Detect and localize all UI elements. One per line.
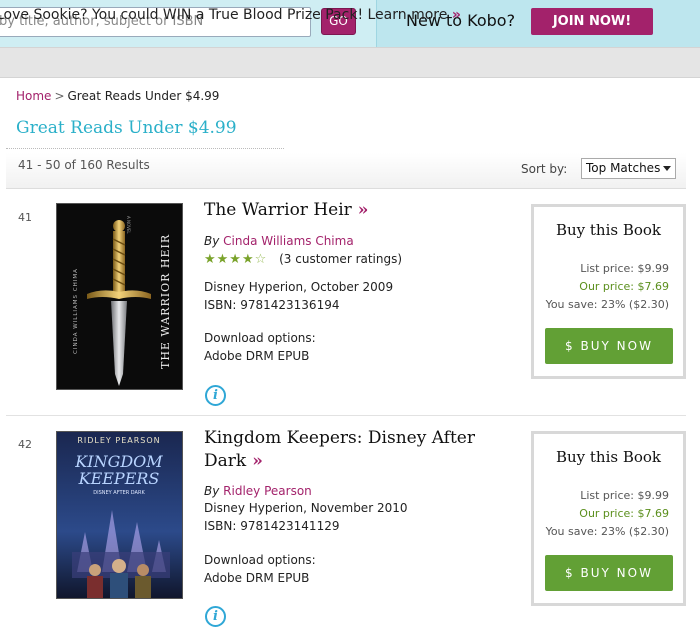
results-count: 41 - 50 of 160 Results xyxy=(18,158,150,172)
buy-box: Buy this Book List price: $9.99 Our pric… xyxy=(531,204,686,379)
cover-top-text: A NOVEL xyxy=(126,216,131,234)
result-rank: 41 xyxy=(18,211,32,224)
list-price: List price: $9.99 xyxy=(580,489,669,502)
info-icon[interactable]: i xyxy=(205,385,226,406)
publisher-date: Disney Hyperion, November 2010 xyxy=(204,501,408,515)
author-link[interactable]: Ridley Pearson xyxy=(223,484,312,498)
cover-subtitle: DISNEY AFTER DARK xyxy=(93,490,145,496)
you-save: You save: 23% ($2.30) xyxy=(545,298,669,311)
breadcrumb-home-link[interactable]: Home xyxy=(16,89,51,103)
buy-now-button[interactable]: $ BUY NOW xyxy=(545,555,673,591)
publisher-date: Disney Hyperion, October 2009 xyxy=(204,280,394,294)
our-price: Our price: $7.69 xyxy=(579,280,669,293)
cover-title-text: THE WARRIOR HEIR xyxy=(159,234,172,369)
download-format: Adobe DRM EPUB xyxy=(204,571,310,585)
buy-now-button[interactable]: $ BUY NOW xyxy=(545,328,673,364)
download-options-label: Download options: xyxy=(204,553,316,567)
row-divider xyxy=(6,415,686,416)
book-title: The Warrior Heir xyxy=(204,200,352,220)
warrior-heir-cover-art: THE WARRIOR HEIR CINDA WILLIAMS CHIMA A … xyxy=(73,216,172,386)
book-cover[interactable]: THE WARRIOR HEIR CINDA WILLIAMS CHIMA A … xyxy=(56,203,183,390)
by-label: By xyxy=(204,484,220,498)
list-price: List price: $9.99 xyxy=(580,262,669,275)
breadcrumb: Home > Great Reads Under $4.99 xyxy=(16,89,219,103)
book-title-link[interactable]: The Warrior Heir» xyxy=(204,199,368,222)
buy-box: Buy this Book List price: $9.99 Our pric… xyxy=(531,431,686,606)
buy-box-title: Buy this Book xyxy=(555,221,662,239)
rating-stars-icon[interactable]: ★★★★☆ xyxy=(204,252,267,267)
title-arrow-icon: » xyxy=(357,200,369,220)
title-arrow-icon: » xyxy=(252,451,263,471)
chevron-down-icon xyxy=(663,166,671,171)
sort-select[interactable]: Top Matches xyxy=(581,158,676,179)
cover-author-text: RIDLEY PEARSON xyxy=(77,436,160,445)
author-link[interactable]: Cinda Williams Chima xyxy=(223,234,354,248)
our-price: Our price: $7.69 xyxy=(579,507,669,520)
rating-count[interactable]: (3 customer ratings) xyxy=(279,252,402,266)
kingdom-keepers-cover-art: RIDLEY PEARSON KINGDOM KEEPERS DISNEY AF… xyxy=(57,432,182,598)
isbn: ISBN: 9781423136194 xyxy=(204,298,340,312)
by-label: By xyxy=(204,234,220,248)
buy-box-title: Buy this Book xyxy=(555,448,662,466)
join-now-button[interactable]: JOIN NOW! xyxy=(531,8,653,35)
you-save: You save: 23% ($2.30) xyxy=(545,525,669,538)
rating-line: ★★★★☆ (3 customer ratings) xyxy=(204,250,402,269)
result-rank: 42 xyxy=(18,438,32,451)
book-cover[interactable]: RIDLEY PEARSON KINGDOM KEEPERS DISNEY AF… xyxy=(56,431,183,599)
download-options-label: Download options: xyxy=(204,331,316,345)
book-author-line: By Ridley Pearson xyxy=(204,482,312,500)
isbn: ISBN: 9781423141129 xyxy=(204,519,340,533)
sort-label: Sort by: xyxy=(521,162,568,176)
download-format: Adobe DRM EPUB xyxy=(204,349,310,363)
promo-arrow-icon: » xyxy=(451,7,461,23)
breadcrumb-current: Great Reads Under $4.99 xyxy=(67,89,220,103)
book-title-line2: Dark xyxy=(204,451,247,471)
sort-selected-value: Top Matches xyxy=(586,161,661,175)
title-divider xyxy=(6,148,284,149)
book-title-link[interactable]: Kingdom Keepers: Disney After Dark» xyxy=(204,427,475,473)
page-title: Great Reads Under $4.99 xyxy=(16,118,237,138)
promo-link[interactable]: Love Sookie? You could WIN a True Blood … xyxy=(0,7,461,23)
cover-title-line2: KEEPERS xyxy=(78,469,160,488)
breadcrumb-separator: > xyxy=(54,89,65,103)
book-title-line1: Kingdom Keepers: Disney After xyxy=(204,428,475,448)
promo-banner xyxy=(0,47,700,78)
cover-author-text: CINDA WILLIAMS CHIMA xyxy=(73,268,79,354)
promo-text: Love Sookie? You could WIN a True Blood … xyxy=(0,7,448,23)
book-author-line: By Cinda Williams Chima xyxy=(204,232,354,250)
info-icon[interactable]: i xyxy=(205,606,226,627)
